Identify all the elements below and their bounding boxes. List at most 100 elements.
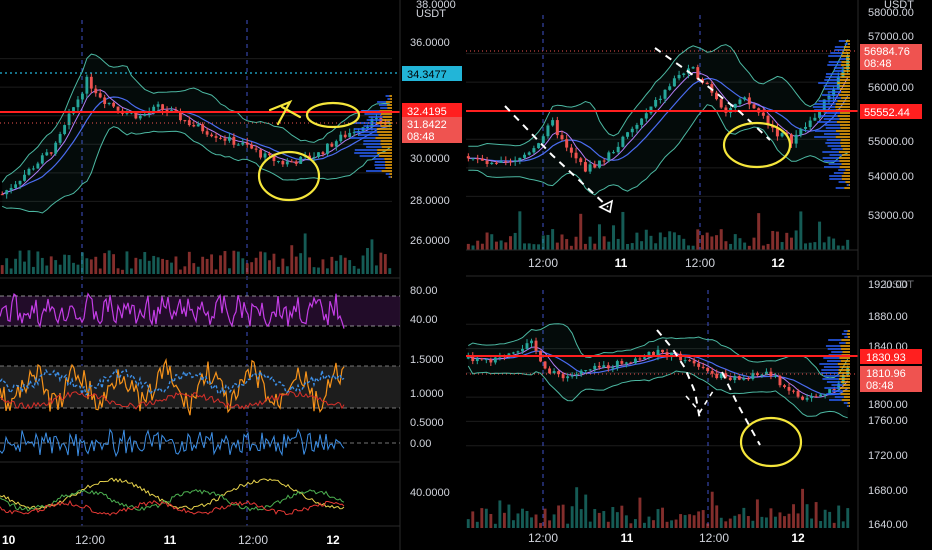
tr-volume-bar — [490, 234, 494, 250]
tr-volume-bar — [822, 242, 826, 250]
tr-volume-bar — [565, 239, 569, 250]
lp-candle-body — [89, 76, 93, 89]
lp-volume-bar — [72, 262, 75, 274]
tr-vp-bar-orange — [839, 157, 850, 159]
lp-candle-body — [263, 153, 267, 158]
br-volume-bar — [769, 508, 773, 528]
lp-vp-bar-orange — [376, 128, 392, 130]
tr-vp-bar-orange — [841, 154, 850, 156]
lp-volume-bar — [9, 268, 13, 274]
left-axis-tick-26: 26.0000 — [410, 235, 450, 247]
tr-candle-body — [551, 120, 555, 126]
tr-candle-body — [602, 160, 606, 162]
lp-vp-bar-orange — [380, 143, 392, 145]
tr-volume-bar — [612, 225, 616, 250]
lp-candle-body — [103, 97, 107, 104]
tr-vp-bar-blue — [834, 46, 844, 48]
lp-vp-bar-orange — [381, 170, 392, 172]
tr-vp-bar-orange — [835, 106, 850, 108]
lp-volume-bar — [272, 253, 276, 274]
br-vp-bar-orange — [841, 348, 850, 350]
br-candle-body — [819, 394, 823, 397]
tr-vp-bar-orange — [839, 118, 850, 120]
tr-vp-bar-orange — [837, 100, 850, 102]
br-vp-bar-orange — [839, 387, 850, 389]
tr-candle-body — [682, 73, 686, 75]
br-candle-body — [525, 343, 529, 349]
chart-canvas: 38.0000 USDT 36.0000 34.3477 32.4195 31.… — [0, 0, 932, 550]
br-vp-bar-blue — [831, 351, 843, 353]
tr-volume-bar — [523, 243, 527, 250]
br-vp-bar-blue — [826, 381, 841, 383]
lp-volume-bar — [317, 267, 320, 274]
lp-candle-body — [45, 152, 49, 156]
lp-volume-bar — [303, 233, 307, 274]
top-right-axis-tick-58000: 58000.00 — [868, 7, 914, 19]
tr-volume-bar — [579, 213, 583, 250]
tr-volume-bar — [593, 243, 597, 250]
tr-volume-bar — [705, 232, 709, 250]
tr-vp-bar-orange — [848, 184, 850, 186]
lp-volume-bar — [80, 252, 84, 274]
tr-vp-bar-blue — [822, 151, 839, 153]
lp-volume-bar — [49, 256, 53, 274]
left-axis-tick-30: 30.0000 — [410, 153, 450, 165]
br-candle-body — [552, 371, 556, 374]
bottom-right-axis-tick-1760: 1760.00 — [868, 415, 908, 427]
lp-vp-bar-orange — [380, 113, 392, 115]
tr-vp-bar-blue — [839, 58, 846, 60]
lp-candle-body — [285, 161, 289, 165]
br-vp-bar-blue — [829, 399, 842, 401]
tr-volume-bar — [499, 240, 503, 250]
tr-volume-bar — [635, 232, 639, 250]
tr-volume-bar — [724, 241, 728, 250]
lp-vp-bar-blue — [368, 116, 383, 118]
top-right-axis-tick-53000: 53000.00 — [868, 210, 914, 222]
br-candle-body — [746, 378, 750, 380]
br-volume-bar — [841, 521, 845, 528]
lp-candle-body — [236, 144, 240, 146]
tr-candle-body — [644, 113, 648, 119]
tr-vp-bar-blue — [814, 130, 836, 132]
lp-vp-bar-blue — [378, 104, 387, 106]
tr-vp-bar-orange — [845, 169, 850, 171]
lp-vp-bar-orange — [378, 134, 392, 136]
lp-volume-bar — [138, 259, 142, 274]
br-volume-bar — [543, 508, 547, 528]
br-volume-bar — [719, 517, 723, 528]
lp-candle-body — [254, 148, 258, 150]
lp-volume-bar — [196, 266, 200, 274]
tr-vp-bar-orange — [839, 124, 850, 126]
lp-volume-bar — [89, 259, 93, 274]
lp-candle-body — [107, 102, 111, 104]
tr-vp-bar-blue — [824, 133, 840, 135]
tr-candle-body — [743, 97, 747, 100]
tr-volume-bar — [518, 211, 522, 250]
lp-volume-bar — [147, 260, 151, 274]
stoch-tick-1.5: 1.5000 — [410, 354, 444, 366]
br-vp-bar-orange — [846, 333, 850, 335]
br-candle-body — [548, 368, 552, 374]
br-volume-bar — [760, 516, 764, 528]
lp-volume-bar — [334, 260, 338, 274]
lp-candle-body — [36, 163, 40, 169]
left-time-tick-12: 12 — [326, 533, 340, 547]
lp-candle-body — [210, 134, 214, 137]
lp-volume-bar — [156, 257, 160, 274]
lp-volume-bar — [125, 251, 129, 274]
tr-volume-bar — [626, 243, 630, 250]
br-candle-body — [530, 340, 533, 344]
lp-volume-bar — [294, 256, 298, 274]
br-candle-body — [638, 358, 642, 360]
lp-volume-bar — [85, 258, 89, 274]
lp-candle-body — [227, 136, 231, 141]
tr-candle-body — [672, 78, 676, 87]
br-candle-body — [543, 361, 547, 369]
br-volume-bar — [728, 518, 732, 528]
tr-vp-bar-blue — [825, 76, 841, 78]
br-volume-bar — [755, 499, 759, 528]
lp-volume-bar — [325, 268, 329, 274]
lp-vp-bar-blue — [354, 152, 377, 154]
top-right-axis-tick-54000: 54000.00 — [868, 171, 914, 183]
br-volume-bar — [679, 514, 683, 528]
